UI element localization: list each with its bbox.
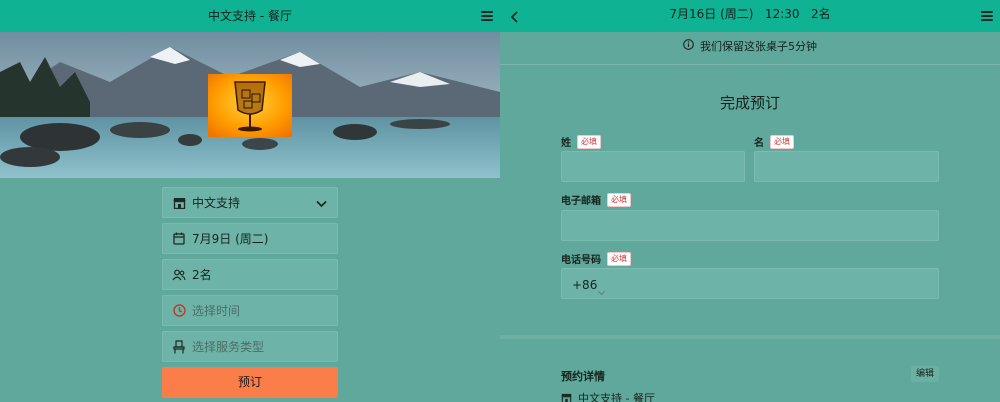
chevron-down-icon xyxy=(316,197,327,211)
book-button[interactable]: 预订 xyxy=(162,367,338,398)
right-header: 7月16日 (周二) 12:30 2名 xyxy=(500,0,1000,32)
left-pane: 中文支持 - 餐厅 中文支持 7月9日 (周二) 2名 选择时间 选择服务类型 … xyxy=(0,0,500,402)
required-badge: 必填 xyxy=(607,192,631,207)
country-code[interactable]: +86 xyxy=(572,278,597,292)
menu-icon[interactable] xyxy=(981,11,993,21)
phone-input[interactable]: +86 xyxy=(561,268,939,299)
menu-icon[interactable] xyxy=(481,11,493,21)
hold-notice-text: 我们保留这张桌子5分钟 xyxy=(700,40,817,53)
section-divider xyxy=(500,335,1000,339)
last-name-label-text: 姓 xyxy=(561,138,571,149)
store-icon xyxy=(561,393,572,402)
party-size-field[interactable]: 2名 xyxy=(162,259,338,290)
first-name-input[interactable] xyxy=(754,151,939,182)
required-badge: 必填 xyxy=(770,134,794,149)
details-title: 预约详情 xyxy=(561,370,605,383)
service-type-field[interactable]: 选择服务类型 xyxy=(162,331,338,362)
hold-notice: 我们保留这张桌子5分钟 xyxy=(500,32,1000,64)
phone-label: 电话号码 必填 xyxy=(561,251,631,266)
people-icon xyxy=(172,268,186,282)
last-name-label: 姓 必填 xyxy=(561,134,601,149)
required-badge: 必填 xyxy=(577,134,601,149)
form-title: 完成预订 xyxy=(719,94,780,112)
right-pane: 7月16日 (周二) 12:30 2名 我们保留这张桌子5分钟 完成预订 姓 必… xyxy=(500,0,1000,402)
chevron-down-icon[interactable] xyxy=(598,281,605,300)
restaurant-logo xyxy=(208,74,292,137)
left-header: 中文支持 - 餐厅 xyxy=(0,0,500,32)
last-name-input[interactable] xyxy=(561,151,745,182)
restaurant-title: 中文支持 - 餐厅 xyxy=(208,9,292,23)
service-type-placeholder: 选择服务类型 xyxy=(192,340,265,354)
detail-location-text: 中文支持 - 餐厅 xyxy=(578,392,655,402)
email-label-text: 电子邮箱 xyxy=(561,196,601,207)
date-field[interactable]: 7月9日 (周二) xyxy=(162,223,338,254)
store-icon xyxy=(172,196,186,210)
required-badge: 必填 xyxy=(607,251,631,266)
edit-button[interactable]: 编辑 xyxy=(911,366,939,382)
location-select[interactable]: 中文支持 xyxy=(162,187,338,218)
info-icon xyxy=(683,32,694,62)
date-value: 7月9日 (周二) xyxy=(192,232,269,246)
location-value: 中文支持 xyxy=(192,196,241,210)
calendar-icon xyxy=(172,232,186,246)
clock-icon xyxy=(172,304,186,318)
first-name-label: 名 必填 xyxy=(754,134,794,149)
divider xyxy=(500,64,1000,65)
reservation-summary: 7月16日 (周二) 12:30 2名 xyxy=(669,7,831,21)
time-field[interactable]: 选择时间 xyxy=(162,295,338,326)
first-name-label-text: 名 xyxy=(754,138,764,149)
chair-icon xyxy=(172,339,186,354)
party-size-value: 2名 xyxy=(192,268,212,282)
email-label: 电子邮箱 必填 xyxy=(561,192,631,207)
time-placeholder: 选择时间 xyxy=(192,304,241,318)
phone-label-text: 电话号码 xyxy=(561,255,601,266)
email-input[interactable] xyxy=(561,210,939,241)
detail-location: 中文支持 - 餐厅 xyxy=(561,390,655,402)
